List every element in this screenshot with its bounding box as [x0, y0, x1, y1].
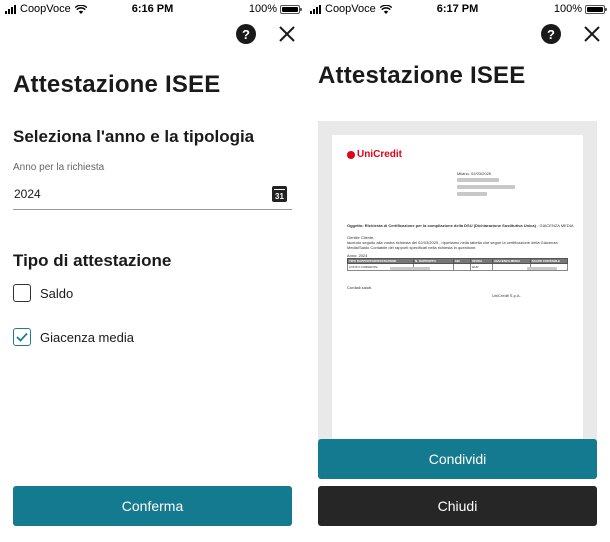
status-bar: CoopVoce 6:16 PM 100%	[0, 0, 305, 18]
confirm-button[interactable]: Conferma	[13, 486, 292, 526]
option-giacenza-media[interactable]: Giacenza media	[13, 328, 134, 346]
document-page: UniCredit Milano, 02/03/2025 Oggetto: Ri…	[332, 135, 583, 445]
close-icon[interactable]	[277, 24, 297, 44]
year-field-label: Anno per la richiesta	[13, 162, 105, 173]
table-cell	[492, 263, 531, 271]
page-title: Attestazione ISEE	[318, 62, 526, 89]
battery-icon	[280, 4, 302, 14]
left-screen: CoopVoce 6:16 PM 100% ? Attestazione ISE…	[0, 0, 305, 542]
checkmark-icon	[16, 332, 28, 342]
status-bar: CoopVoce 6:17 PM 100%	[305, 0, 610, 18]
redacted-address	[457, 178, 499, 182]
help-icon[interactable]: ?	[541, 24, 561, 44]
table-cell: EUR	[470, 263, 494, 271]
document-closing: Cordiali saluti.	[347, 285, 373, 290]
close-icon[interactable]	[582, 24, 602, 44]
option-giacenza-media-label: Giacenza media	[40, 329, 134, 345]
year-field-value: 2024	[14, 187, 41, 201]
document-preview[interactable]: UniCredit Milano, 02/03/2025 Oggetto: Ri…	[318, 121, 597, 451]
page-title: Attestazione ISEE	[13, 71, 221, 98]
year-field[interactable]: 2024 31	[13, 182, 292, 210]
section-subtitle: Seleziona l'anno e la tipologia	[13, 127, 255, 146]
table-header-row: TIPO RAPPORTO/INTESTAZIONE N. RAPPORTO A…	[347, 258, 569, 264]
redacted-address	[457, 192, 487, 196]
option-saldo-label: Saldo	[40, 285, 74, 301]
unicredit-logo-text: UniCredit	[357, 149, 402, 160]
help-icon[interactable]: ?	[236, 24, 256, 44]
type-section-title: Tipo di attestazione	[13, 251, 172, 270]
checkbox-giacenza-media[interactable]	[13, 328, 31, 346]
share-button[interactable]: Condividi	[318, 439, 597, 479]
document-date: Milano, 02/03/2025	[457, 171, 492, 176]
option-saldo[interactable]: Saldo	[13, 284, 73, 302]
document-body-line-2: Media/Saldo Contabile dei rapporti speci…	[347, 245, 477, 250]
calendar-icon[interactable]: 31	[272, 186, 287, 202]
battery-percent: 100%	[553, 3, 582, 15]
unicredit-logo-icon	[347, 150, 355, 159]
battery-status: 100%	[248, 3, 302, 15]
redacted-address	[457, 185, 515, 189]
document-subject: Oggetto: Richiesta di Certificazione per…	[347, 223, 574, 228]
close-button[interactable]: Chiudi	[318, 486, 597, 526]
battery-percent: 100%	[248, 3, 277, 15]
redacted-value	[527, 267, 557, 270]
right-screen: CoopVoce 6:17 PM 100% ? Attestazione ISE…	[305, 0, 610, 542]
battery-icon	[585, 4, 607, 14]
battery-status: 100%	[553, 3, 607, 15]
redacted-value	[390, 267, 430, 270]
document-signature: UniCredit S.p.A.	[492, 293, 521, 298]
table-cell	[452, 263, 472, 271]
unicredit-logo: UniCredit	[347, 149, 402, 160]
checkbox-saldo[interactable]	[13, 284, 31, 302]
